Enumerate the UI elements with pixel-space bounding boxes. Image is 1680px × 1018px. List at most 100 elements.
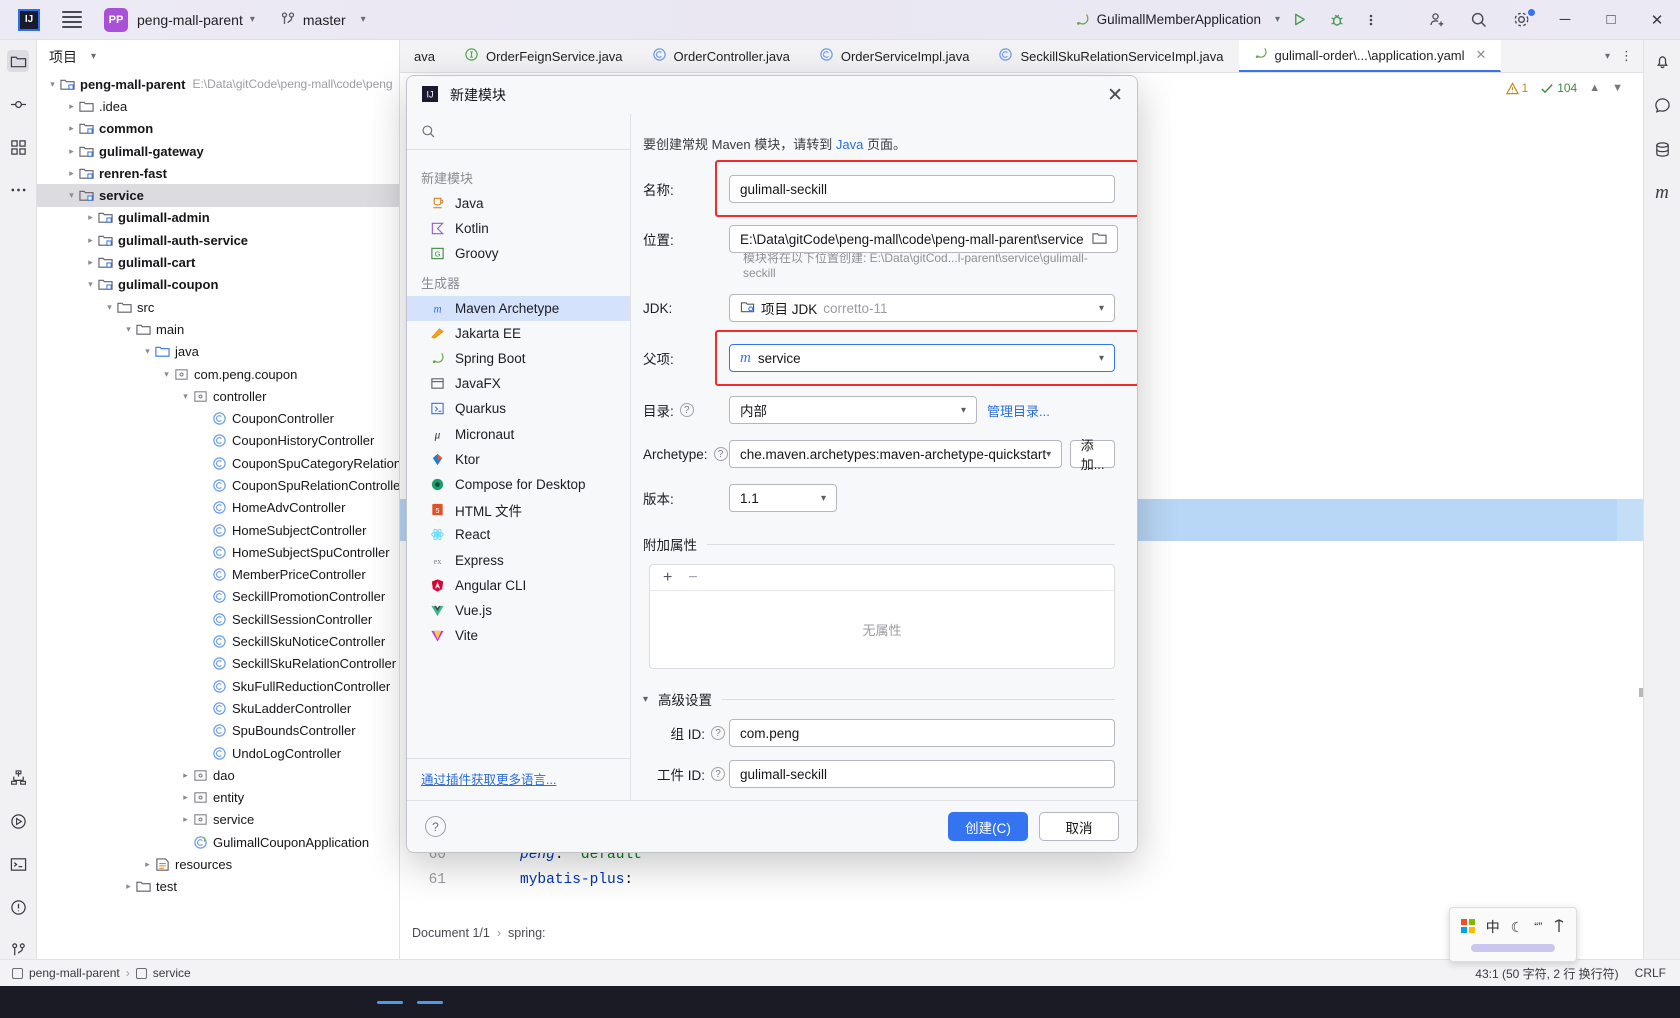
vite-icon [429, 628, 446, 643]
kotlin-icon [431, 223, 445, 235]
properties-toolbar: + − [650, 565, 1114, 591]
jdk-value: 项目 JDK [761, 302, 818, 317]
generator-group-title: 新建模块 [421, 171, 474, 186]
generator-list-item[interactable]: G Groovy [407, 241, 630, 266]
catalog-help-icon[interactable]: ? [679, 403, 694, 417]
generator-list-item[interactable]: Compose for Desktop [407, 472, 630, 497]
generator-list-item[interactable]: Kotlin [407, 216, 630, 241]
generator-list-item[interactable]: ex Express [407, 547, 630, 572]
archetype-version-row: 版本: 1.1 ▾ [643, 484, 1115, 512]
create-button[interactable]: 创建(C) [948, 812, 1028, 841]
name-input[interactable]: gulimall-seckill [729, 175, 1115, 203]
generator-list[interactable]: 新建模块 Java Kotlin G Groovy 生成器 m Maven Archetype… [407, 150, 630, 758]
archetype-version-select[interactable]: 1.1 ▾ [729, 484, 837, 512]
generator-item-label: Maven Archetype [455, 300, 560, 316]
svg-text:5: 5 [435, 506, 439, 515]
archetype-add-button[interactable]: 添加... [1070, 438, 1115, 472]
dialog-app-icon: IJ [421, 85, 439, 106]
generator-item-label: Jakarta EE [455, 325, 522, 341]
advanced-settings-title: 高级设置 [658, 693, 713, 708]
dialog-help-button[interactable]: ? [425, 816, 446, 837]
quarkus-icon [431, 403, 444, 415]
parent-select[interactable]: m service ▾ [729, 344, 1115, 372]
generator-list-item[interactable]: Quarkus [407, 396, 630, 421]
artifact-id-label: 工件 ID: ? [643, 764, 729, 784]
artifact-id-label-text: 工件 ID: [656, 768, 705, 783]
generator-list-item[interactable]: Spring Boot [407, 346, 630, 371]
generator-list-item[interactable]: μ Micronaut [407, 422, 630, 447]
jdk-select[interactable]: 项目 JDK corretto-11 ▾ [729, 294, 1115, 322]
advanced-settings-header[interactable]: ▾ 高级设置 [643, 689, 1115, 709]
location-input[interactable]: E:\Data\gitCode\peng-mall\code\peng-mall… [729, 225, 1118, 253]
generator-list-item[interactable]: Ktor [407, 447, 630, 472]
vite-icon [431, 630, 444, 642]
java-icon [433, 197, 444, 209]
archetype-version-chevron-down-icon[interactable]: ▾ [821, 493, 826, 504]
archetype-label: Archetype: ? [643, 447, 729, 462]
micronaut-icon: μ [429, 427, 446, 442]
vue-icon [431, 605, 444, 617]
generator-list-item[interactable]: m Maven Archetype [407, 295, 630, 321]
generator-group-title: 生成器 [421, 275, 461, 291]
generator-list-item[interactable]: Vite [407, 623, 630, 648]
generator-item-label: Spring Boot [455, 351, 526, 367]
generator-list-item[interactable]: 5 HTML 文件 [407, 497, 630, 522]
parent-label: 父项: [643, 352, 674, 367]
generator-list-item[interactable]: JavaFX [407, 371, 630, 396]
maven-icon: m [433, 303, 441, 315]
archetype-version-label: 版本: [643, 492, 674, 507]
generator-item-label: JavaFX [455, 376, 501, 392]
archetype-help-icon[interactable]: ? [713, 447, 728, 461]
dialog-footer-buttons: 创建(C) 取消 [948, 812, 1119, 841]
manage-catalogs-link[interactable]: 管理目录... [987, 401, 1050, 420]
jdk-label: JDK: [643, 300, 673, 316]
generator-list-item[interactable]: React [407, 522, 630, 547]
cancel-button[interactable]: 取消 [1039, 812, 1119, 841]
generator-list-item[interactable]: Vue.js [407, 598, 630, 623]
parent-chevron-down-icon[interactable]: ▾ [1099, 353, 1104, 364]
add-property-icon[interactable]: + [663, 569, 672, 587]
location-note: 模块将在以下位置创建: E:\Data\gitCod...l-parent\se… [743, 251, 1088, 280]
dialog-header: IJ 新建模块 ✕ [407, 76, 1137, 114]
generator-item-label: HTML 文件 [455, 503, 522, 519]
catalog-label: 目录: ? [643, 400, 729, 420]
catalog-select[interactable]: 内部 ▾ [729, 396, 977, 424]
catalog-field-row: 目录: ? 内部 ▾ 管理目录... [643, 396, 1115, 424]
javafx-icon [431, 378, 444, 389]
archetype-select[interactable]: che.maven.archetypes:maven-archetype-qui… [729, 440, 1063, 468]
group-id-input[interactable]: com.peng [729, 719, 1115, 747]
generator-item-label: Micronaut [455, 426, 515, 442]
additional-properties-table[interactable]: + − 无属性 [649, 564, 1115, 669]
archetype-value: che.maven.archetypes:maven-archetype-qui… [740, 446, 1047, 462]
artifact-id-help-icon[interactable]: ? [711, 767, 725, 781]
archetype-chevron-down-icon[interactable]: ▾ [1046, 449, 1051, 460]
express-icon: ex [434, 555, 443, 565]
dialog-close-button[interactable]: ✕ [1107, 86, 1123, 105]
maven-hint: 要创建常规 Maven 模块，请转到 Java 页面。 [643, 134, 1115, 153]
generator-item-label: Angular CLI [455, 577, 527, 593]
group-id-help-icon[interactable]: ? [711, 726, 725, 740]
compose-icon [431, 478, 444, 491]
name-label: 名称: [643, 183, 674, 198]
name-field-row: 名称: gulimall-seckill [643, 160, 1137, 217]
generator-search-box[interactable] [407, 114, 630, 150]
location-field-row: 位置: E:\Data\gitCode\peng-mall\code\peng-… [643, 225, 1118, 253]
react-icon [431, 529, 444, 541]
hint-java-link[interactable]: Java [836, 137, 863, 152]
browse-folder-icon[interactable] [1084, 231, 1107, 248]
generator-list-item[interactable]: Jakarta EE [407, 321, 630, 346]
artifact-id-input[interactable]: gulimall-seckill [729, 760, 1115, 788]
advanced-chevron-down-icon[interactable]: ▾ [643, 694, 648, 705]
angular-icon [431, 579, 444, 592]
html-icon: 5 [432, 504, 443, 516]
catalog-chevron-down-icon[interactable]: ▾ [961, 405, 966, 416]
more-languages-link[interactable]: 通过插件获取更多语言... [421, 773, 556, 787]
generator-list-item[interactable]: Angular CLI [407, 573, 630, 598]
svg-text:G: G [435, 250, 441, 259]
generator-list-item[interactable]: Java [407, 191, 630, 216]
angular-icon [429, 578, 446, 593]
generator-item-label: React [455, 527, 491, 543]
jdk-chevron-down-icon[interactable]: ▾ [1099, 303, 1104, 314]
modal-overlay: IJ 新建模块 ✕ 新建模块 Java Kotlin G Groovy 生成器 m Maven… [0, 0, 1680, 1018]
additional-properties-title: 附加属性 [643, 538, 697, 553]
